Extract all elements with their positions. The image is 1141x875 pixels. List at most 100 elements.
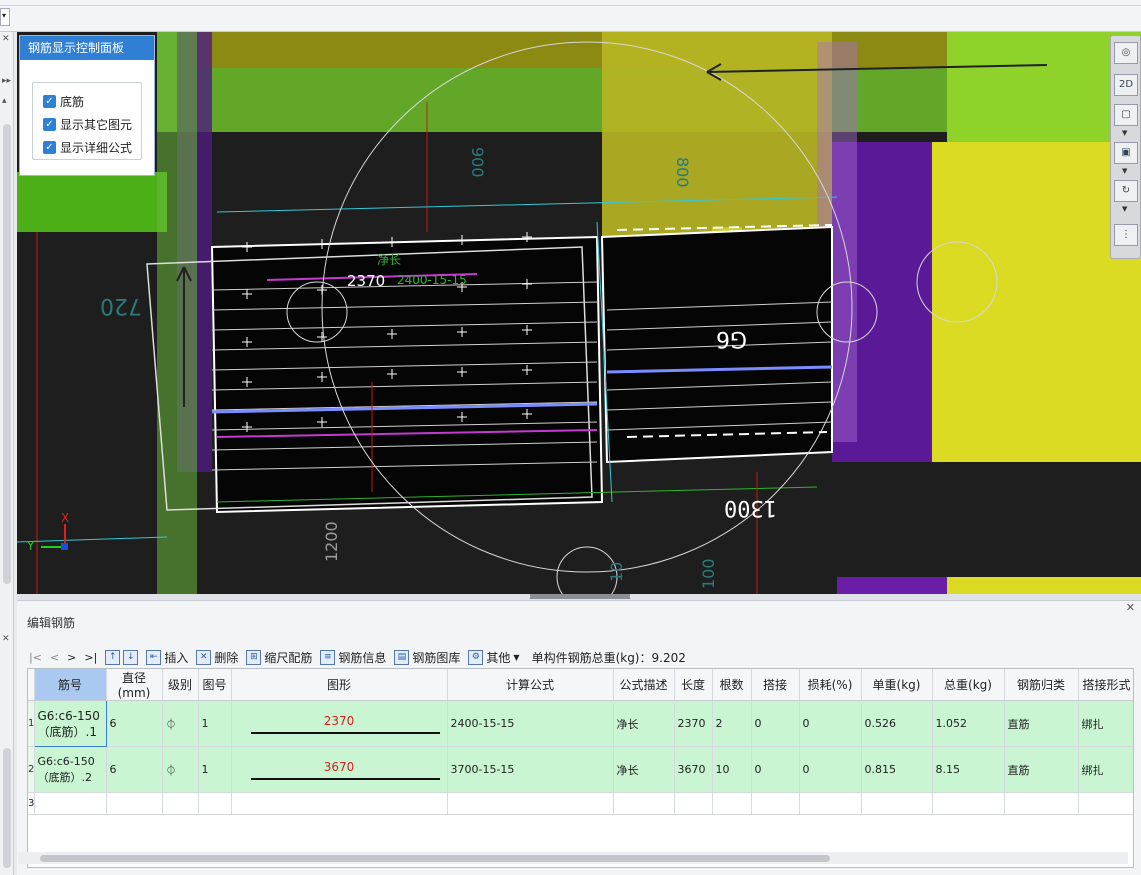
cell-jinhao[interactable]: G6:c6-150（底筋）.1 (33, 700, 107, 747)
shape-value[interactable]: 2370 (235, 714, 444, 728)
header-loss[interactable]: 损耗(%) (799, 669, 862, 701)
empty-cell[interactable] (674, 792, 713, 815)
rebar-info-button[interactable]: ≡ 钢筋信息 (320, 649, 386, 666)
header-unit-weight[interactable]: 单重(kg) (861, 669, 933, 701)
cell-count[interactable]: 10 (712, 746, 752, 793)
cell-formula[interactable]: 2400-15-15 (447, 700, 614, 747)
layer-dropdown[interactable]: ▾ (0, 8, 10, 26)
cell-jinhao[interactable]: G6:c6-150（底筋）.2 (34, 746, 107, 793)
scrollbar-thumb[interactable] (40, 855, 830, 862)
close-icon[interactable]: ✕ (1126, 601, 1135, 614)
cell-figure-no[interactable]: 1 (198, 746, 232, 793)
option-show-detailed-formula[interactable]: ✓ 显示详细公式 (43, 139, 132, 156)
last-record-button[interactable]: >| (84, 651, 97, 664)
empty-cell[interactable] (447, 792, 614, 815)
shape-value[interactable]: 3670 (235, 760, 444, 774)
empty-cell[interactable] (799, 792, 862, 815)
cell-formula[interactable]: 3700-15-15 (447, 746, 614, 793)
empty-cell[interactable] (106, 792, 163, 815)
empty-cell[interactable] (198, 792, 232, 815)
cell-lap-type[interactable]: 绑扎 (1078, 700, 1133, 747)
header-shape[interactable]: 图形 (231, 669, 448, 701)
table-row-empty[interactable]: 3 (28, 792, 1133, 815)
cell-grade[interactable]: ⏀ (162, 746, 199, 793)
checkbox-checked-icon[interactable]: ✓ (43, 95, 56, 108)
cell-unit-weight[interactable]: 0.815 (861, 746, 933, 793)
settings-icon[interactable]: ⋮ (1114, 224, 1138, 246)
header-figure-no[interactable]: 图号 (198, 669, 232, 701)
checkbox-checked-icon[interactable]: ✓ (43, 118, 56, 131)
cell-total-weight[interactable]: 1.052 (932, 700, 1005, 747)
table-row[interactable]: 2 G6:c6-150（底筋）.2 6 ⏀ 1 3670 3700-15-15 … (28, 746, 1133, 793)
move-up-icon[interactable]: ↑ (105, 649, 121, 665)
cell-shape[interactable]: 2370 (231, 700, 448, 747)
cell-figure-no[interactable]: 1 (198, 700, 232, 747)
cell-unit-weight[interactable]: 0.526 (861, 700, 933, 747)
cell-loss[interactable]: 0 (799, 746, 862, 793)
option-bottom-rebar[interactable]: ✓ 底筋 (43, 93, 84, 110)
cell-diameter[interactable]: 6 (106, 700, 163, 747)
chevron-down-icon[interactable]: ▼ (1122, 205, 1127, 213)
other-menu-button[interactable]: ⚙ 其他 ▼ (468, 649, 520, 666)
cell-shape[interactable]: 3670 (231, 746, 448, 793)
cell-category[interactable]: 直筋 (1004, 746, 1079, 793)
cad-viewport[interactable]: 2370 净长 2400-15-15 G6 1300 1200 800 900 … (17, 32, 1141, 594)
view-2d-button[interactable]: 2D (1114, 74, 1138, 96)
cell-formula-desc[interactable]: 净长 (613, 746, 675, 793)
empty-cell[interactable] (932, 792, 1005, 815)
header-count[interactable]: 根数 (712, 669, 752, 701)
header-formula-desc[interactable]: 公式描述 (613, 669, 675, 701)
expand-icon[interactable]: ▸▸ (2, 76, 11, 86)
insert-button[interactable]: ⇤ 插入 (146, 649, 188, 666)
table-row[interactable]: 1 G6:c6-150（底筋）.1 6 ⏀ 1 2370 2400-15-15 … (28, 700, 1133, 747)
empty-cell[interactable] (861, 792, 933, 815)
cell-length[interactable]: 2370 (674, 700, 713, 747)
left-scrollbar[interactable] (3, 124, 11, 584)
chevron-down-icon[interactable]: ▼ (1122, 167, 1127, 175)
header-category[interactable]: 钢筋归类 (1004, 669, 1079, 701)
empty-cell[interactable] (231, 792, 448, 815)
cell-loss[interactable]: 0 (799, 700, 862, 747)
left-scrollbar-lower[interactable] (3, 748, 11, 868)
header-lap[interactable]: 搭接 (751, 669, 800, 701)
move-down-icon[interactable]: ↓ (123, 649, 139, 665)
header-length[interactable]: 长度 (674, 669, 713, 701)
rebar-library-button[interactable]: ▤ 钢筋图库 (394, 649, 460, 666)
header-lap-type[interactable]: 搭接形式 (1078, 669, 1133, 701)
close-icon[interactable]: ✕ (2, 634, 10, 644)
cell-length[interactable]: 3670 (674, 746, 713, 793)
delete-button[interactable]: ✕ 删除 (196, 649, 238, 666)
cell-diameter[interactable]: 6 (106, 746, 163, 793)
view-3d-box-icon[interactable]: ▢ (1114, 104, 1138, 126)
view-cube-icon[interactable]: ▣ (1114, 142, 1138, 164)
empty-cell[interactable] (34, 792, 107, 815)
empty-cell[interactable] (613, 792, 675, 815)
first-record-button[interactable]: |< (29, 651, 42, 664)
splitter-grip[interactable] (530, 594, 630, 599)
cell-formula-desc[interactable]: 净长 (613, 700, 675, 747)
empty-cell[interactable] (1004, 792, 1079, 815)
empty-cell[interactable] (1078, 792, 1133, 815)
header-jinhao[interactable]: 筋号 (34, 669, 107, 701)
cell-total-weight[interactable]: 8.15 (932, 746, 1005, 793)
header-formula[interactable]: 计算公式 (447, 669, 614, 701)
empty-cell[interactable] (712, 792, 752, 815)
header-grade[interactable]: 级别 (162, 669, 199, 701)
cell-category[interactable]: 直筋 (1004, 700, 1079, 747)
rotate-icon[interactable]: ↻ (1114, 180, 1138, 202)
option-show-other-elements[interactable]: ✓ 显示其它图元 (43, 116, 132, 133)
prev-record-button[interactable]: < (50, 651, 59, 664)
empty-cell[interactable] (162, 792, 199, 815)
cell-lap[interactable]: 0 (751, 700, 800, 747)
close-icon[interactable]: ✕ (2, 34, 10, 44)
checkbox-checked-icon[interactable]: ✓ (43, 141, 56, 154)
header-diameter[interactable]: 直径(mm) (106, 669, 163, 701)
orbit-icon[interactable]: ◎ (1114, 42, 1138, 64)
table-horizontal-scrollbar[interactable] (18, 852, 1128, 864)
header-total-weight[interactable]: 总重(kg) (932, 669, 1005, 701)
cell-lap-type[interactable]: 绑扎 (1078, 746, 1133, 793)
empty-cell[interactable] (751, 792, 800, 815)
next-record-button[interactable]: > (67, 651, 76, 664)
chevron-up-icon[interactable]: ▴ (2, 96, 7, 106)
scale-rebar-button[interactable]: ⊞ 缩尺配筋 (246, 649, 312, 666)
